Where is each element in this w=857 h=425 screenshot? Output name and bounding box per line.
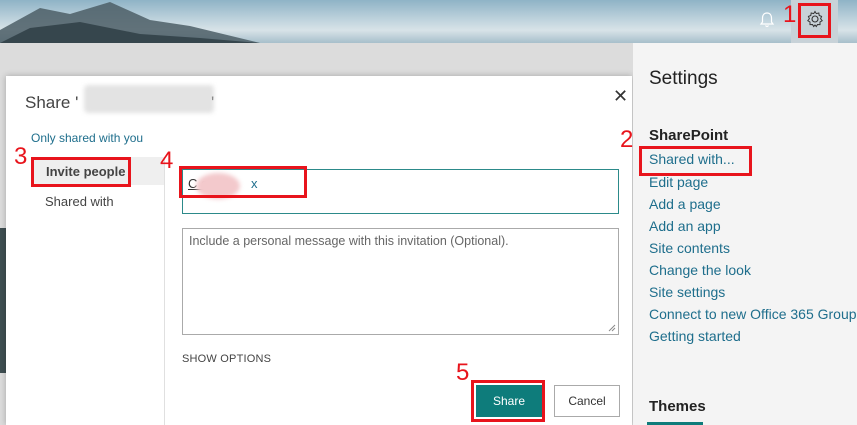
themes-heading: Themes — [649, 398, 706, 415]
annotation-number-1: 1 — [783, 1, 797, 28]
sharing-status: Only shared with you — [31, 131, 144, 145]
personal-message-textarea[interactable]: Include a personal message with this inv… — [182, 228, 619, 335]
annotation-box-shared-with — [639, 146, 752, 176]
dialog-title-end: ' — [211, 93, 215, 112]
annotation-number-3: 3 — [14, 143, 28, 170]
message-placeholder: Include a personal message with this inv… — [189, 234, 509, 248]
settings-link-site-contents[interactable]: Site contents — [649, 240, 730, 256]
annotation-box-gear — [798, 3, 831, 38]
settings-panel: Settings SharePoint Shared with... Edit … — [633, 43, 857, 425]
share-dialog: Share ' ' ✕ Only shared with you Invite … — [6, 76, 632, 425]
notification-bell-icon[interactable] — [759, 11, 775, 29]
cancel-button[interactable]: Cancel — [554, 385, 620, 417]
annotation-number-5: 5 — [456, 359, 470, 386]
nav-divider — [164, 157, 165, 425]
close-icon[interactable]: ✕ — [613, 86, 628, 107]
resize-handle-icon[interactable] — [608, 324, 616, 332]
site-header-banner — [0, 0, 857, 43]
settings-link-site-settings[interactable]: Site settings — [649, 284, 725, 300]
annotation-box-invite-people — [31, 157, 131, 187]
show-options-link[interactable]: SHOW OPTIONS — [182, 353, 271, 365]
annotation-number-4: 4 — [160, 147, 174, 174]
settings-link-connect-group[interactable]: Connect to new Office 365 Group — [649, 306, 857, 322]
mountain-banner-image — [0, 2, 260, 43]
settings-link-change-look[interactable]: Change the look — [649, 262, 751, 278]
tab-shared-with[interactable]: Shared with — [45, 194, 114, 209]
settings-link-add-app[interactable]: Add an app — [649, 218, 721, 234]
settings-link-edit-page[interactable]: Edit page — [649, 174, 708, 190]
annotation-box-people-picker — [179, 166, 307, 198]
settings-title: Settings — [649, 68, 718, 89]
annotation-box-share-button — [471, 380, 545, 422]
dialog-title: Share ' — [25, 93, 79, 112]
annotation-number-2: 2 — [620, 126, 634, 153]
settings-link-getting-started[interactable]: Getting started — [649, 328, 741, 344]
sharepoint-heading: SharePoint — [649, 127, 729, 144]
redacted-site-name — [84, 85, 214, 113]
settings-link-add-page[interactable]: Add a page — [649, 196, 721, 212]
